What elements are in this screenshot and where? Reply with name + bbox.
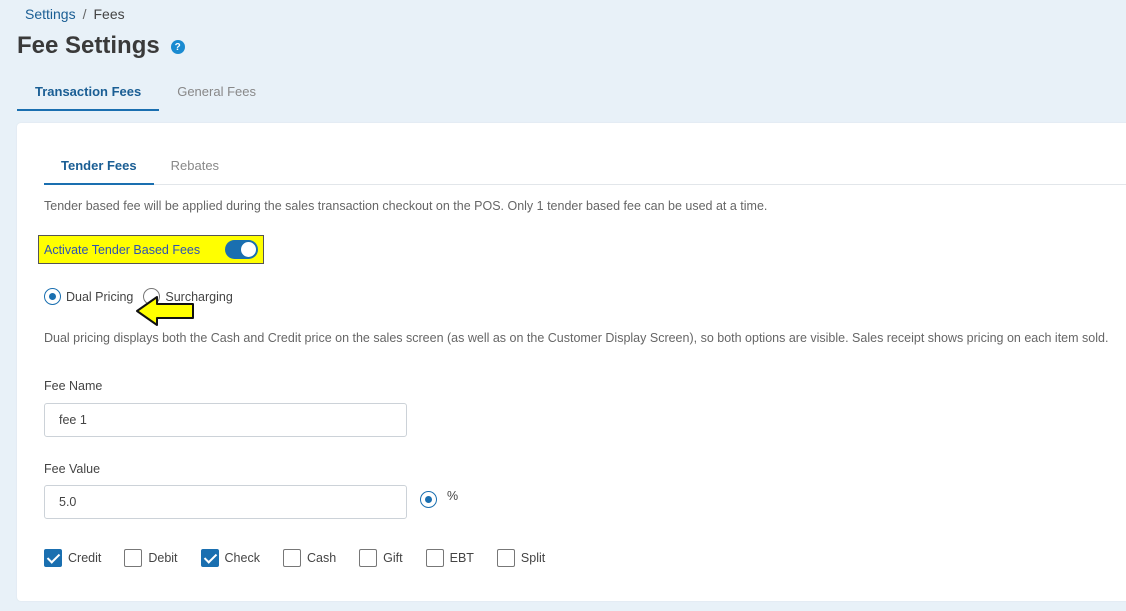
tender-gift: Gift xyxy=(359,549,403,567)
tender-ebt: EBT xyxy=(425,549,474,567)
fee-name-label: Fee Name xyxy=(44,379,103,393)
debit-label: Debit xyxy=(148,551,178,565)
percent-radio[interactable] xyxy=(420,491,437,508)
inner-tab-bar: Tender Fees Rebates xyxy=(44,153,1126,185)
breadcrumb: Settings / Fees xyxy=(25,6,125,22)
page-title: Fee Settings xyxy=(17,32,160,59)
check-checkbox[interactable] xyxy=(200,549,219,567)
tender-checkbox-group: Credit Debit Check Cash Gift EBT Split xyxy=(44,549,568,567)
fee-value-input[interactable] xyxy=(44,485,407,519)
activate-tender-fees-row: Activate Tender Based Fees xyxy=(38,235,264,264)
question-circle-icon[interactable]: ? xyxy=(170,40,185,54)
tender-credit: Credit xyxy=(44,549,101,567)
gift-label: Gift xyxy=(383,551,403,565)
dual-pricing-label: Dual Pricing xyxy=(66,289,134,304)
tender-split: Split xyxy=(496,549,546,567)
tender-cash: Cash xyxy=(282,549,337,567)
tender-debit: Debit xyxy=(124,549,178,567)
dual-pricing-description: Dual pricing displays both the Cash and … xyxy=(44,331,1109,345)
percent-label: % xyxy=(447,488,459,503)
percent-option: % xyxy=(420,488,459,508)
dual-pricing-radio[interactable] xyxy=(44,288,61,305)
split-checkbox[interactable] xyxy=(496,549,515,567)
fees-card: Tender Fees Rebates Tender based fee wil… xyxy=(17,123,1126,601)
ebt-label: EBT xyxy=(449,551,474,565)
tender-description: Tender based fee will be applied during … xyxy=(44,199,768,213)
activate-tender-fees-label: Activate Tender Based Fees xyxy=(44,242,201,257)
breadcrumb-separator: / xyxy=(82,6,87,22)
cash-label: Cash xyxy=(306,551,337,565)
tender-check: Check xyxy=(200,549,260,567)
toggle-knob xyxy=(241,242,256,257)
activate-tender-fees-toggle[interactable] xyxy=(225,240,258,259)
gift-checkbox[interactable] xyxy=(359,549,378,567)
breadcrumb-settings-link[interactable]: Settings xyxy=(25,6,76,22)
credit-label: Credit xyxy=(68,551,102,565)
debit-checkbox[interactable] xyxy=(124,549,143,567)
cash-checkbox[interactable] xyxy=(282,549,301,567)
top-tab-bar: Transaction Fees General Fees xyxy=(17,78,274,111)
tab-tender-fees[interactable]: Tender Fees xyxy=(44,153,154,185)
page-title-row: Fee Settings ? xyxy=(17,32,185,60)
tab-rebates[interactable]: Rebates xyxy=(154,153,236,184)
fee-value-label: Fee Value xyxy=(44,462,101,476)
ebt-checkbox[interactable] xyxy=(425,549,444,567)
breadcrumb-current: Fees xyxy=(93,6,125,22)
yellow-left-arrow-icon xyxy=(136,296,194,326)
check-label: Check xyxy=(224,551,260,565)
tab-transaction-fees[interactable]: Transaction Fees xyxy=(17,78,160,111)
split-label: Split xyxy=(520,551,546,565)
tab-general-fees[interactable]: General Fees xyxy=(159,78,274,111)
fee-name-input[interactable] xyxy=(44,403,407,437)
credit-checkbox[interactable] xyxy=(44,549,62,567)
